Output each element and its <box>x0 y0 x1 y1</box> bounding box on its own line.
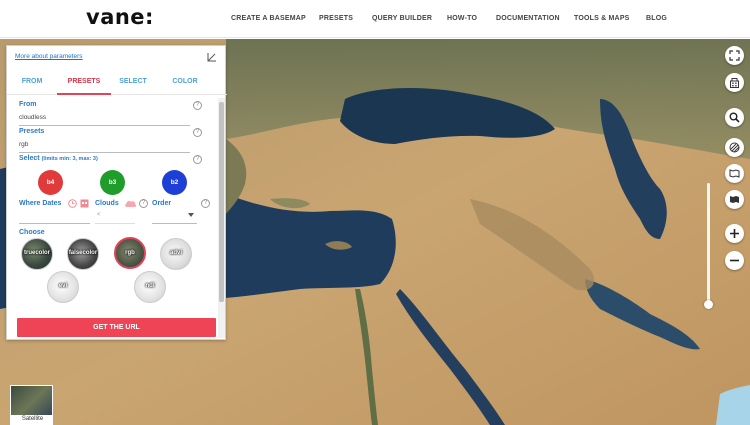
map-fill-icon <box>730 196 739 203</box>
zoom-out-icon <box>730 259 739 262</box>
preset-label-evi: evi <box>58 283 68 289</box>
band-chip-b2[interactable]: b2 <box>162 170 187 195</box>
cloud-icon[interactable] <box>124 199 137 208</box>
from-input-underline <box>19 125 190 126</box>
building-icon <box>730 78 739 88</box>
nav-documentation[interactable]: DOCUMENTATION <box>496 15 560 22</box>
help-icon[interactable]: ? <box>201 199 210 208</box>
choose-label: Choose <box>19 229 45 236</box>
from-label: From <box>19 101 37 108</box>
map-outline-button[interactable] <box>725 164 744 183</box>
zoom-in-button[interactable] <box>725 224 744 243</box>
preset-label-rgb: rgb <box>125 250 135 256</box>
clouds-operator-select[interactable]: < <box>97 212 101 218</box>
help-icon[interactable]: ? <box>193 128 202 137</box>
basemap-label: Satellite <box>11 415 52 424</box>
tab-presets[interactable]: PRESETS <box>59 78 109 85</box>
more-about-parameters-link[interactable]: More about parameters <box>15 53 83 60</box>
preset-label-truecolor: truecolor <box>23 250 50 256</box>
buildings-button[interactable] <box>725 73 744 92</box>
layers-icon <box>729 142 740 153</box>
band-chip-b3[interactable]: b3 <box>100 170 125 195</box>
map-filled-button[interactable] <box>725 190 744 209</box>
help-icon[interactable]: ? <box>139 199 148 208</box>
basemap-switcher[interactable]: Satellite <box>10 385 53 425</box>
select-label: Select (limits min: 3, max: 3) <box>19 155 98 162</box>
search-button[interactable] <box>725 108 744 127</box>
tab-color[interactable]: COLOR <box>160 78 210 85</box>
clock-icon[interactable] <box>68 199 77 208</box>
get-url-button[interactable]: GET THE URL <box>17 318 216 337</box>
band-chip-b4[interactable]: b4 <box>38 170 63 195</box>
select-label-text: Select <box>19 155 40 162</box>
select-limits-hint: (limits min: 3, max: 3) <box>41 156 98 162</box>
nav-how-to[interactable]: HOW-TO <box>447 15 477 22</box>
nav-tools-maps[interactable]: TOOLS & MAPS <box>574 15 630 22</box>
clouds-input-underline[interactable] <box>95 223 135 224</box>
zoom-in-icon <box>730 229 739 238</box>
nav-presets[interactable]: PRESETS <box>319 15 353 22</box>
preset-label-falsecolor: falsecolor <box>68 250 98 256</box>
nav-query-builder[interactable]: QUERY BUILDER <box>372 15 432 22</box>
clouds-label: Clouds <box>95 200 119 207</box>
zoom-out-button[interactable] <box>725 251 744 270</box>
preset-label-advi: advi <box>169 250 182 256</box>
collapse-icon[interactable] <box>206 52 217 63</box>
panel-tabs: FROM PRESETS SELECT COLOR <box>7 71 227 95</box>
basemap-thumbnail <box>11 386 52 417</box>
chevron-down-icon[interactable] <box>188 213 194 217</box>
fullscreen-icon <box>729 50 740 61</box>
presets-label: Presets <box>19 128 45 135</box>
opacity-slider-handle[interactable] <box>704 300 713 309</box>
dates-input-underline[interactable] <box>19 223 90 224</box>
fullscreen-button[interactable] <box>725 46 744 65</box>
from-input[interactable]: cloudless <box>19 114 46 121</box>
active-tab-indicator <box>57 93 111 95</box>
where-dates-label: Where Dates <box>19 200 62 207</box>
search-icon <box>729 112 740 123</box>
help-icon[interactable]: ? <box>193 101 202 110</box>
nav-blog[interactable]: BLOG <box>646 15 667 22</box>
presets-input-underline <box>19 152 190 153</box>
nav-create-basemap[interactable]: CREATE A BASEMAP <box>231 15 306 22</box>
opacity-slider-track[interactable] <box>707 183 710 307</box>
order-select-underline[interactable] <box>152 223 197 224</box>
panel-scrollbar-thumb[interactable] <box>219 102 224 302</box>
tab-select[interactable]: SELECT <box>108 78 158 85</box>
query-panel: More about parameters FROM PRESETS SELEC… <box>6 45 227 340</box>
map-icon <box>729 169 740 178</box>
tab-from[interactable]: FROM <box>7 78 57 85</box>
help-icon[interactable]: ? <box>193 155 202 164</box>
app-logo[interactable]: vane: <box>86 5 154 29</box>
presets-input[interactable]: rgb <box>19 141 28 148</box>
layers-button[interactable] <box>725 138 744 157</box>
top-navbar: vane: CREATE A BASEMAP PRESETS QUERY BUI… <box>0 0 750 38</box>
calendar-icon[interactable] <box>80 198 89 208</box>
preset-label-ndi: ndi <box>145 283 155 289</box>
order-label: Order <box>152 200 172 207</box>
